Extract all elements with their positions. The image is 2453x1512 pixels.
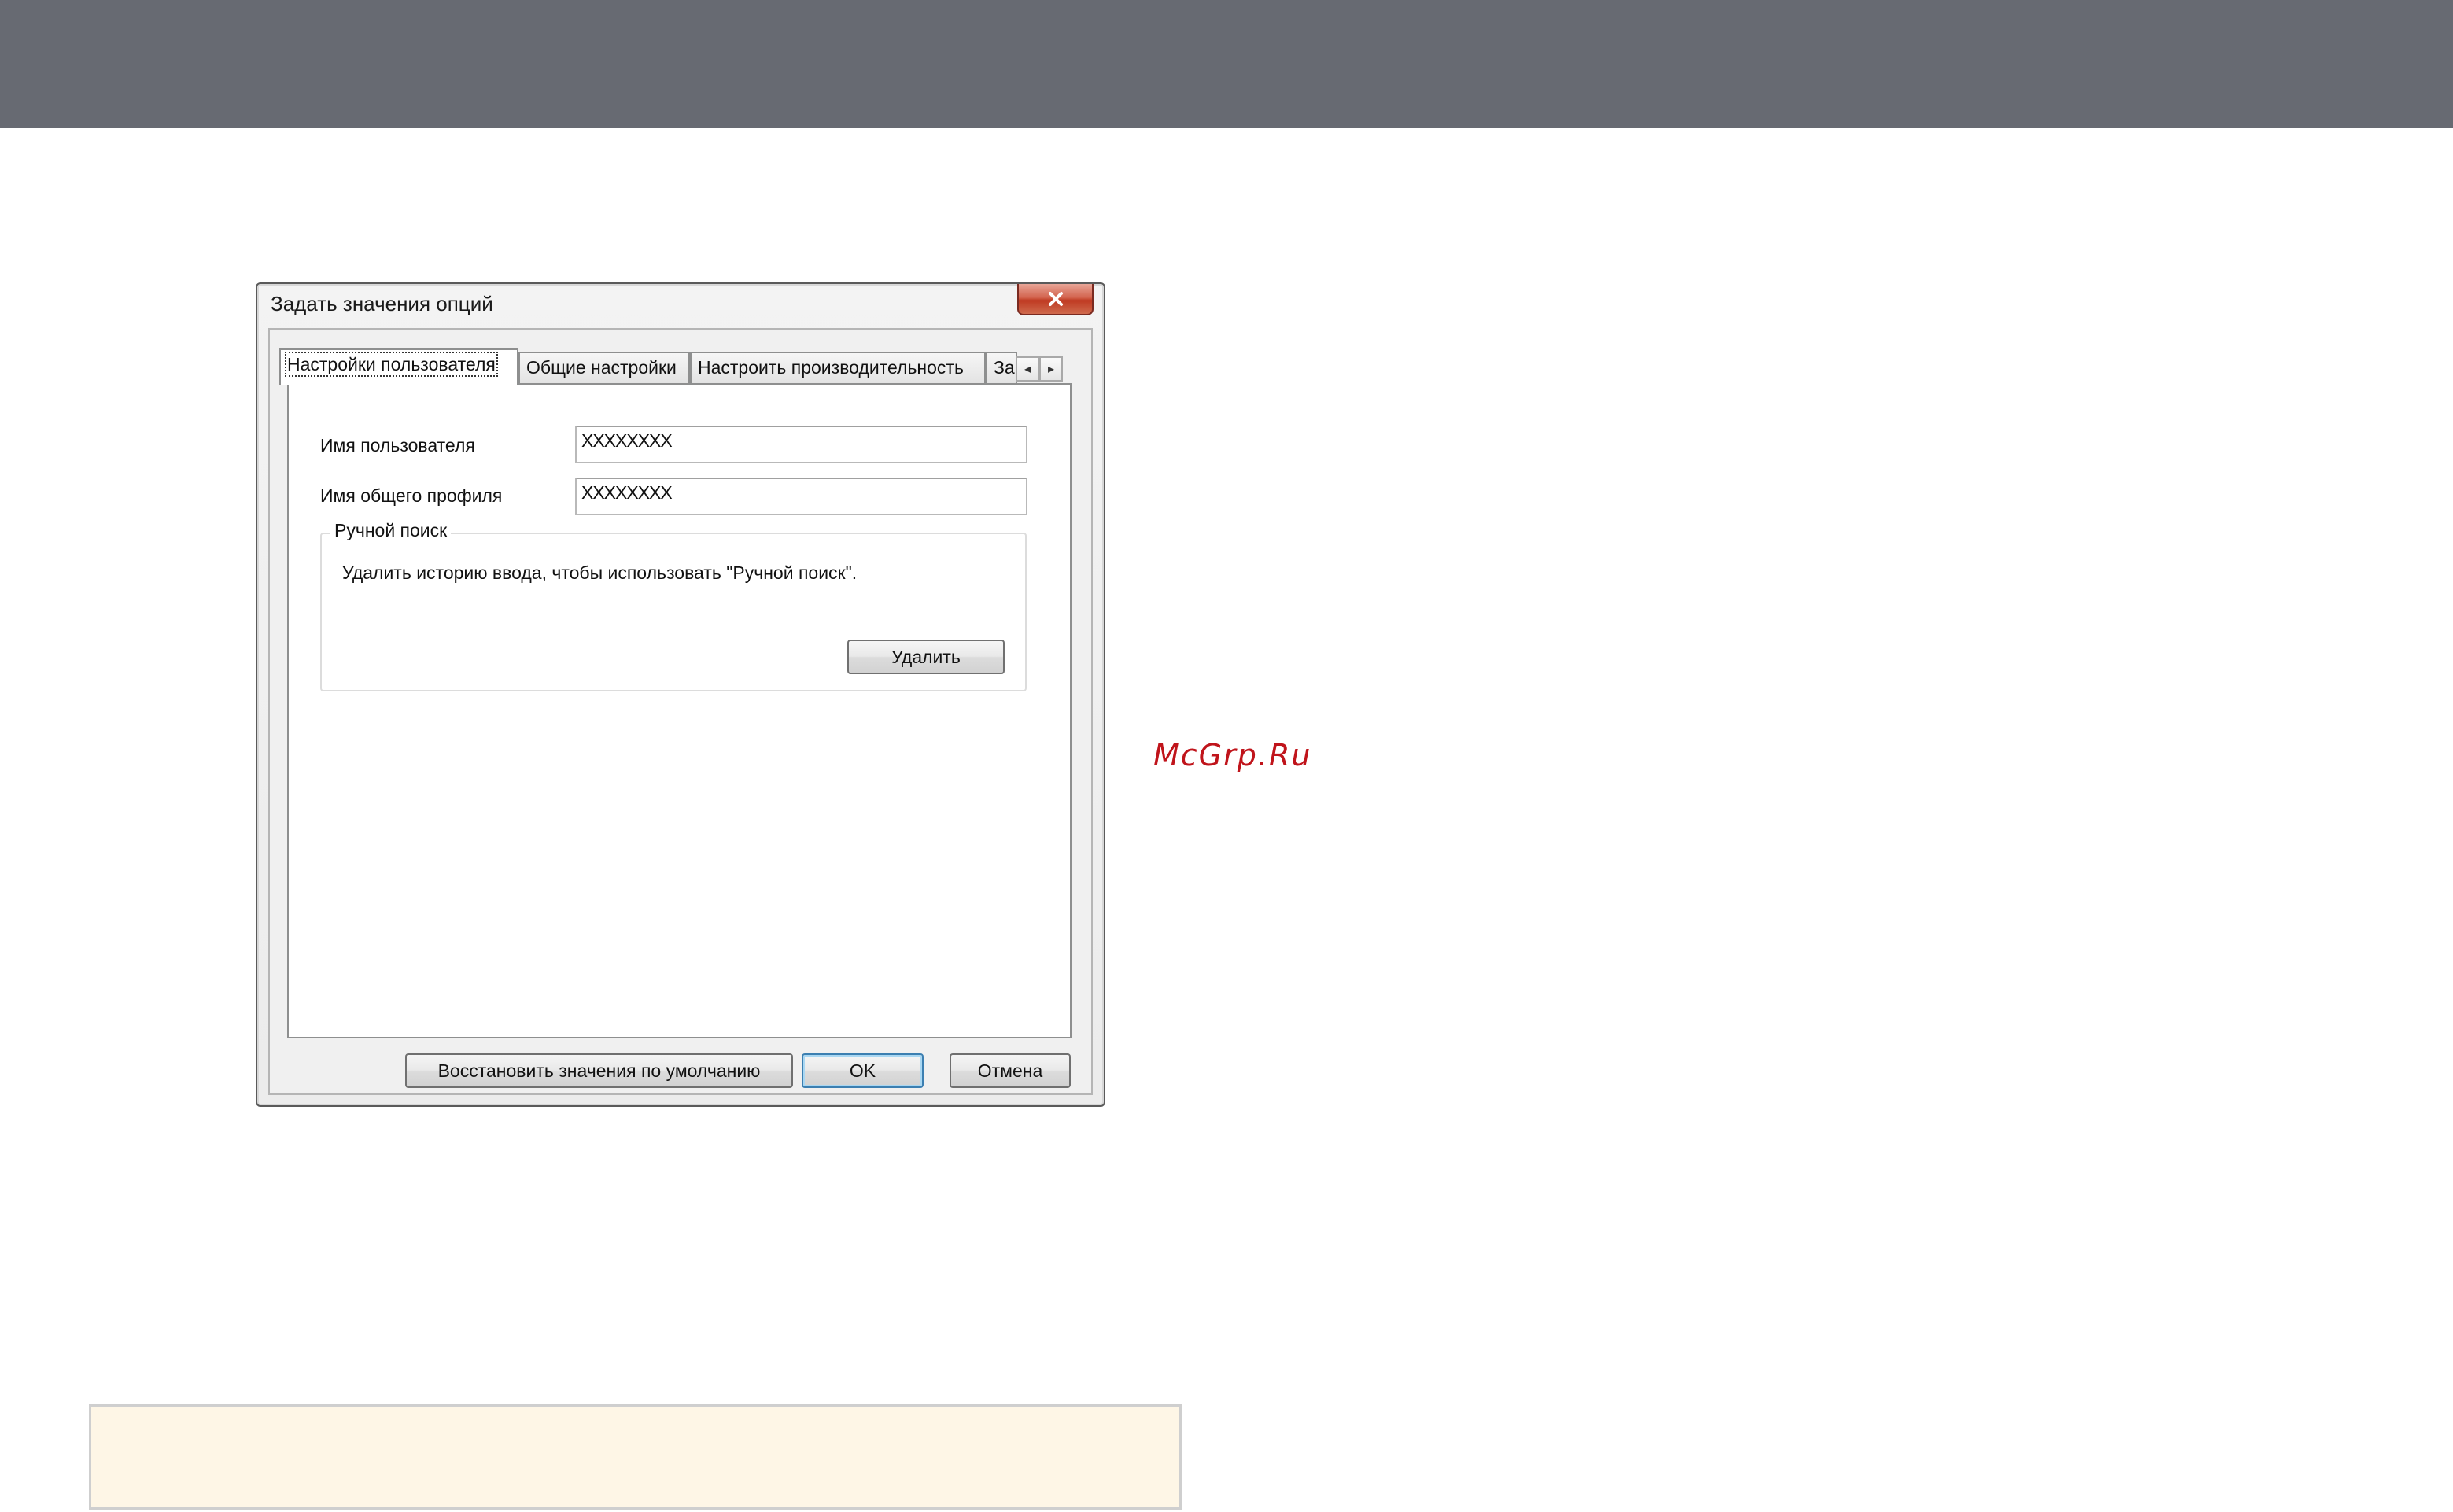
watermark-text: McGrp.Ru [1153, 738, 1312, 773]
tab-general-settings[interactable]: Общие настройки [518, 352, 690, 383]
profile-name-label: Имя общего профиля [320, 485, 503, 506]
user-name-label: Имя пользователя [320, 435, 475, 455]
tab-label: Настройки пользователя [285, 352, 498, 377]
close-button[interactable] [1017, 284, 1094, 315]
tab-label: Настроить производительность [698, 357, 964, 378]
options-dialog: Задать значения опций Настройки пользова… [256, 282, 1105, 1107]
manual-search-legend: Ручной поиск [330, 520, 452, 541]
dialog-title: Задать значения опций [271, 292, 493, 315]
tab-label: Общие настройки [526, 357, 677, 378]
ok-button[interactable]: OK [802, 1053, 924, 1088]
tab-scroll-right-button[interactable]: ▸ [1039, 356, 1063, 382]
tab-panel-user-settings: Имя пользователя XXXXXXXX Имя общего про… [287, 383, 1072, 1038]
close-x-icon [1048, 292, 1063, 306]
tab-truncated[interactable]: За [986, 352, 1017, 383]
profile-name-input[interactable]: XXXXXXXX [575, 478, 1027, 515]
manual-search-description: Удалить историю ввода, чтобы использоват… [342, 562, 858, 583]
tab-label: За [994, 357, 1015, 378]
tab-scroll-left-button[interactable]: ◂ [1016, 356, 1039, 382]
tab-user-settings[interactable]: Настройки пользователя [279, 348, 518, 385]
chevron-right-icon: ▸ [1047, 363, 1055, 376]
cancel-button[interactable]: Отмена [950, 1053, 1071, 1088]
restore-defaults-button[interactable]: Восстановить значения по умолчанию [405, 1053, 793, 1088]
user-name-input[interactable]: XXXXXXXX [575, 426, 1027, 463]
header-bar [0, 0, 2453, 128]
tab-performance-settings[interactable]: Настроить производительность [690, 352, 986, 383]
note-box [89, 1404, 1182, 1510]
delete-history-button[interactable]: Удалить [847, 640, 1005, 674]
chevron-left-icon: ◂ [1024, 363, 1031, 376]
